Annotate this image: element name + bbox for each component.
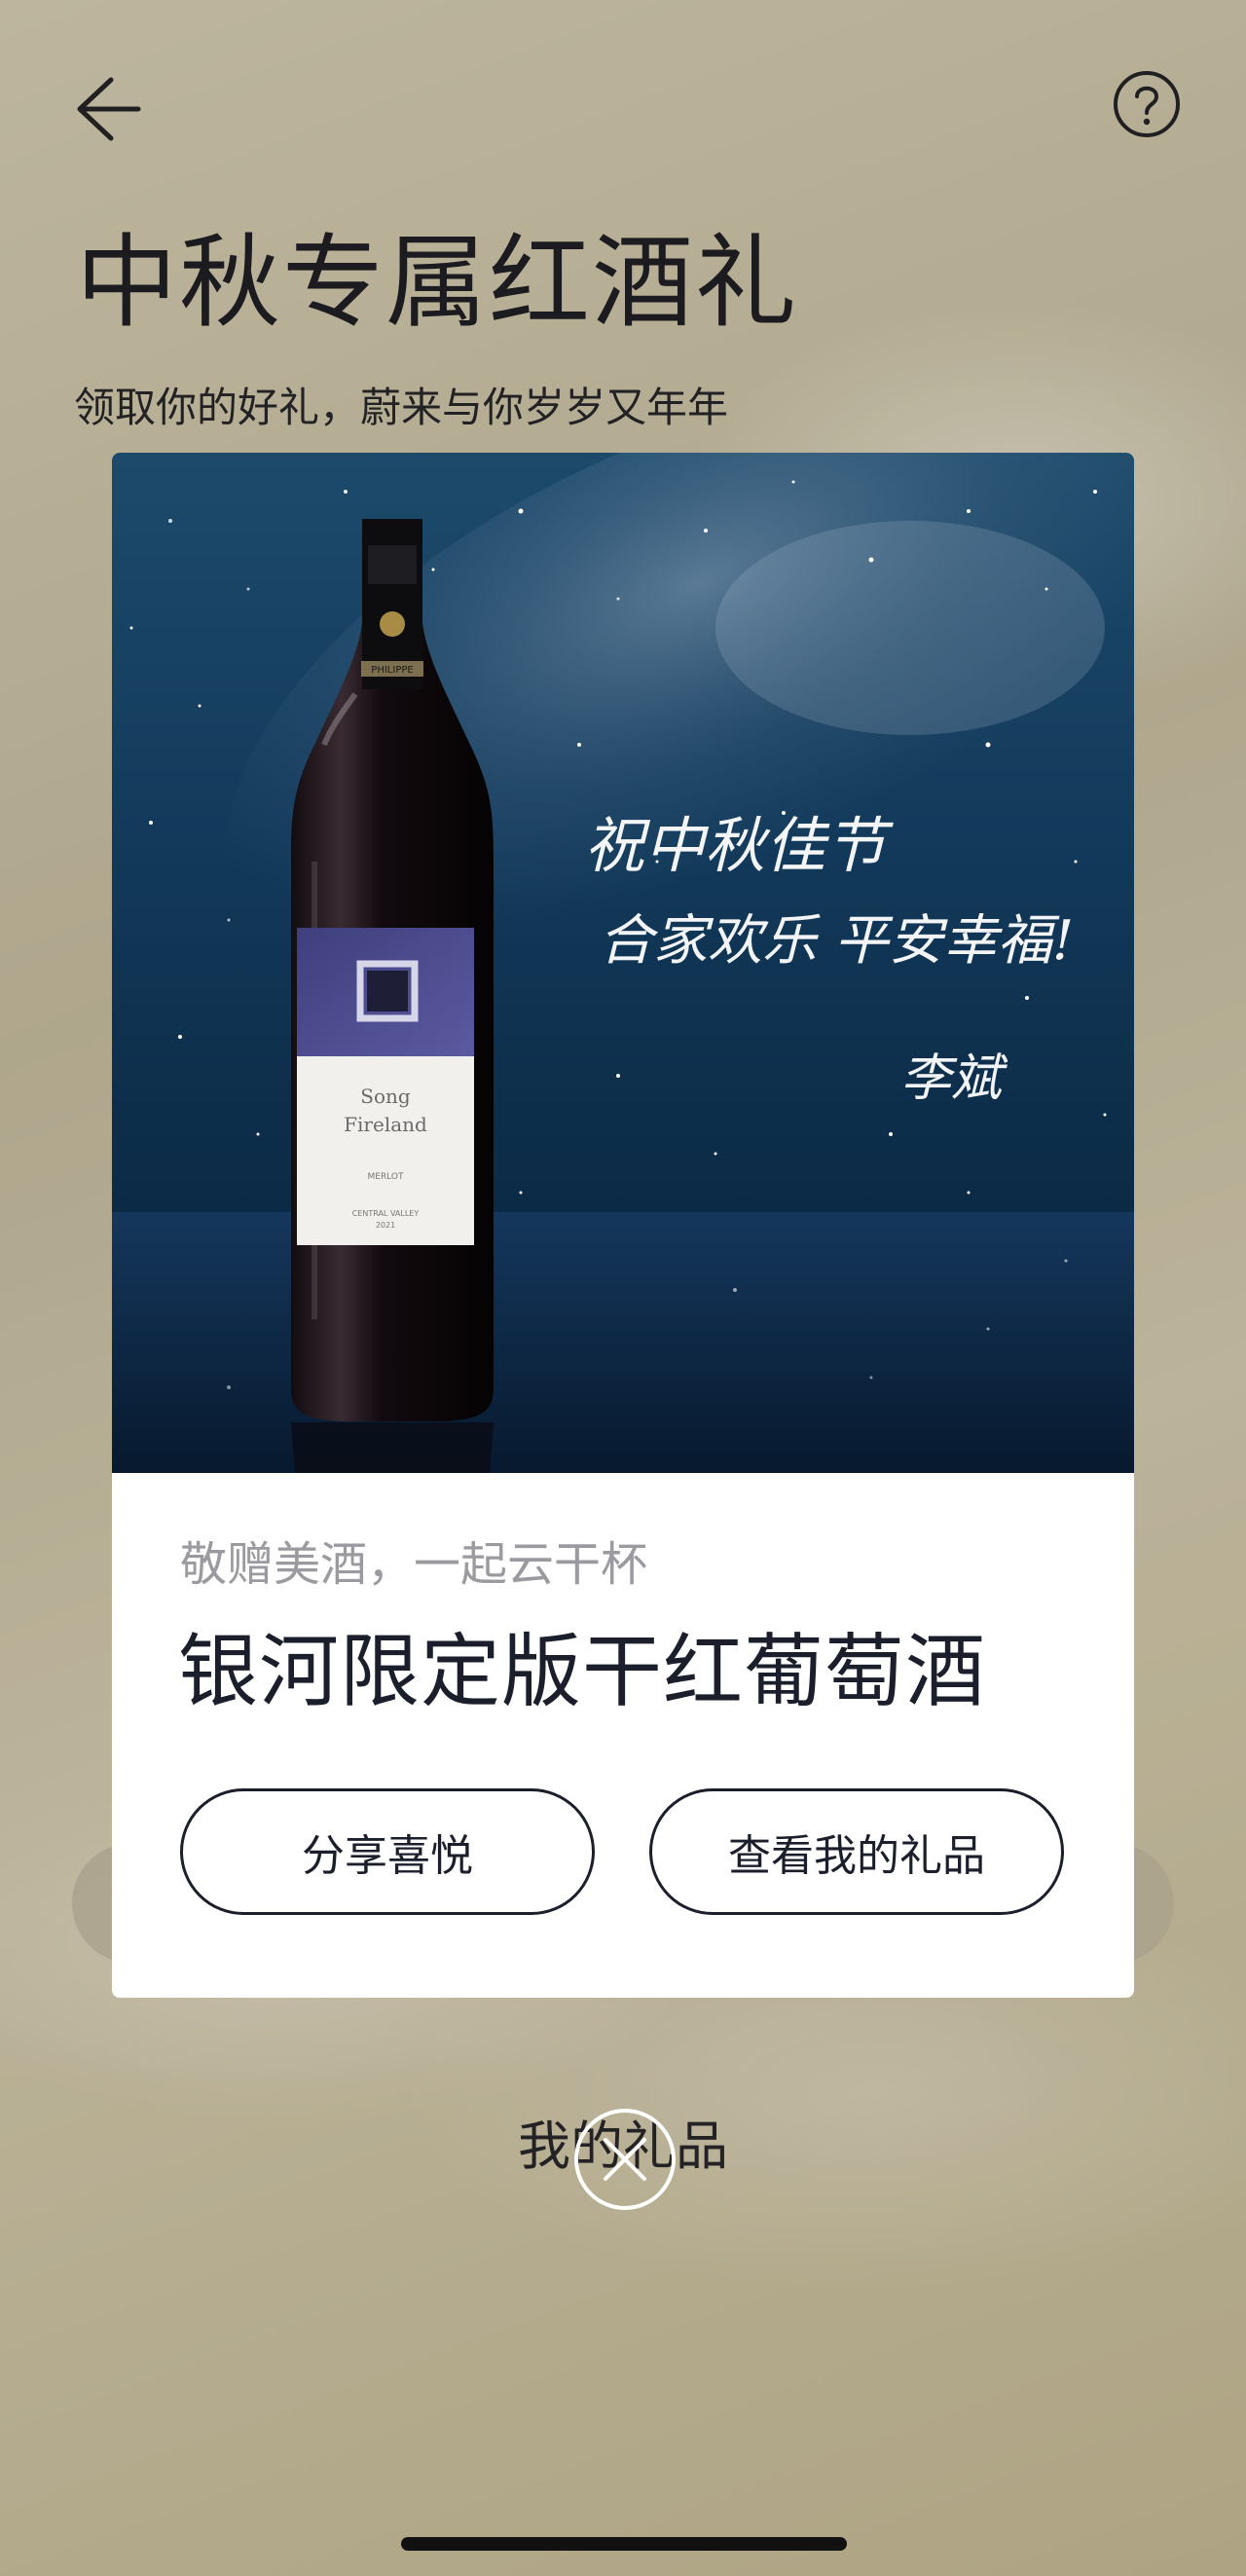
label-variety: MERLOT — [368, 1172, 404, 1182]
handwriting-signature: 李斌 — [900, 1049, 1008, 1108]
view-gifts-button[interactable]: 查看我的礼品 — [649, 1788, 1064, 1915]
handwriting-line2: 合家欢乐 平安幸福! — [599, 909, 1074, 973]
neck-label-text: PHILIPPE — [371, 665, 413, 676]
modal-tagline: 敬赠美酒，一起云干杯 — [180, 1537, 648, 1592]
label-name-line1: Song — [360, 1085, 411, 1108]
label-name-line2: Fireland — [344, 1113, 427, 1136]
close-icon — [604, 2138, 646, 2181]
home-indicator — [401, 2537, 847, 2551]
close-button[interactable] — [574, 2109, 676, 2210]
share-button[interactable]: 分享喜悦 — [180, 1788, 595, 1915]
label-year: 2021 — [376, 1221, 395, 1230]
product-name: 银河限定版干红葡萄酒 — [178, 1626, 987, 1718]
gift-modal: PHILIPPE Song Fireland MERLOT CENTRAL VA… — [112, 453, 1134, 1998]
label-region: CENTRAL VALLEY — [352, 1209, 420, 1218]
wine-bottle-image: PHILIPPE Song Fireland MERLOT CENTRAL VA… — [112, 453, 1134, 1473]
handwriting-line1: 祝中秋佳节 — [584, 810, 894, 881]
